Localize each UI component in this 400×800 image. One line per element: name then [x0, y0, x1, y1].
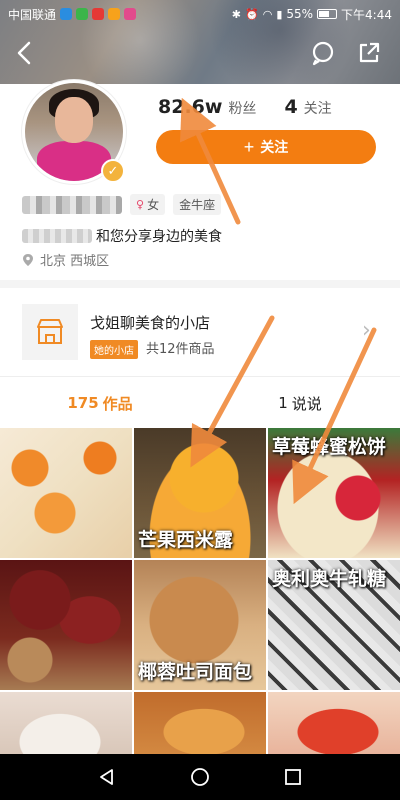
chevron-right-icon: › — [362, 318, 371, 343]
location-text: 北京 西城区 — [40, 254, 110, 269]
status-bar: 中国联通 ✱ ⏰ ◠ ▮ 55% 下午4:44 — [0, 0, 400, 28]
section-divider — [0, 280, 400, 288]
bio-row: 和您分享身边的美食 — [22, 226, 222, 246]
fans-label[interactable]: 粉丝 — [228, 98, 256, 118]
location-pin-icon — [23, 253, 33, 266]
grid-item[interactable] — [0, 692, 132, 758]
follow-count[interactable]: 4 — [284, 96, 297, 118]
profile-tabs: 175 作品 1 说说 — [0, 378, 400, 428]
shop-name: 戈姐聊美食的小店 — [90, 314, 211, 332]
grid-item[interactable] — [134, 692, 266, 758]
plus-icon: + — [243, 136, 255, 157]
tab-posts-label: 说说 — [291, 394, 322, 413]
bio-blurred — [22, 229, 92, 243]
battery-icon — [317, 9, 338, 19]
nav-bar — [0, 28, 400, 80]
grid-item-title: 芒果西米露 — [138, 529, 234, 551]
grid-item[interactable]: 奥利奥牛轧糖 — [268, 560, 400, 690]
name-row: ♀ 女 金牛座 — [22, 194, 222, 215]
shop-card[interactable]: 戈姐聊美食的小店 她的小店 共12件商品 › — [0, 288, 400, 376]
grid-item[interactable] — [0, 428, 132, 558]
tab-posts[interactable]: 1 说说 — [200, 378, 400, 428]
tab-works-label: 作品 — [102, 394, 133, 413]
battery-percent: 55% — [286, 7, 314, 21]
shop-icon — [22, 304, 78, 360]
app-notification-icon — [60, 8, 73, 20]
app-notification-icon — [108, 8, 121, 20]
username-blurred — [22, 195, 122, 214]
fans-count[interactable]: 82.6w — [158, 96, 222, 118]
female-icon: ♀ — [136, 198, 145, 211]
grid-item[interactable] — [0, 560, 132, 690]
app-notification-icon — [92, 8, 105, 20]
gender-tag: ♀ 女 — [130, 194, 166, 215]
gender-label: 女 — [147, 198, 160, 212]
back-arrow-icon[interactable] — [10, 38, 40, 68]
verified-badge-icon: ✓ — [101, 159, 125, 183]
grid-item-title: 椰蓉吐司面包 — [138, 661, 253, 683]
nav-recents-square-icon[interactable] — [281, 765, 305, 789]
zodiac-label: 金牛座 — [179, 198, 216, 212]
screen: 中国联通 ✱ ⏰ ◠ ▮ 55% 下午4:44 ✓ 82.6w 粉丝 4 关注 … — [0, 0, 400, 800]
profile-stats: 82.6w 粉丝 4 关注 — [158, 96, 354, 118]
zodiac-tag: 金牛座 — [173, 194, 222, 215]
follow-button-label: 关注 — [260, 139, 289, 155]
bio-text: 和您分享身边的美食 — [96, 229, 222, 245]
grid-item[interactable]: 芒果西米露 — [134, 428, 266, 558]
nav-back-triangle-icon[interactable] — [95, 765, 119, 789]
avatar[interactable]: ✓ — [22, 80, 126, 184]
app-notification-icon — [76, 8, 89, 20]
app-notification-icon — [124, 8, 137, 20]
system-nav-bar — [0, 754, 400, 800]
tab-works[interactable]: 175 作品 — [0, 378, 200, 428]
carrier-label: 中国联通 — [8, 7, 57, 22]
profile-card: ✓ 82.6w 粉丝 4 关注 + 关注 ♀ 女 金牛座 和您分享身边的美食 北… — [0, 80, 400, 280]
grid-item[interactable]: 草莓蜂蜜松饼 — [268, 428, 400, 558]
shop-count: 共12件商品 — [146, 342, 215, 357]
grid-item-title: 草莓蜂蜜松饼 — [272, 436, 387, 458]
follow-button[interactable]: + 关注 — [156, 130, 376, 164]
follow-count-label[interactable]: 关注 — [304, 98, 332, 118]
share-icon[interactable] — [354, 38, 384, 68]
status-right: ✱ ⏰ ◠ ▮ 55% 下午4:44 — [232, 6, 392, 23]
tab-works-count: 175 — [67, 394, 99, 412]
grid-item[interactable] — [268, 692, 400, 758]
divider-line — [0, 376, 400, 377]
works-grid: 芒果西米露 草莓蜂蜜松饼 椰蓉吐司面包 奥利奥牛轧糖 — [0, 428, 400, 758]
wifi-icon: ◠ — [262, 7, 273, 21]
nav-home-circle-icon[interactable] — [188, 765, 212, 789]
chat-bubble-icon[interactable] — [308, 38, 338, 68]
tab-posts-count: 1 — [278, 394, 288, 412]
clock: 下午4:44 — [341, 7, 392, 22]
signal-icon: ▮ — [276, 7, 283, 21]
location-row: 北京 西城区 — [22, 250, 109, 269]
status-left: 中国联通 — [8, 6, 137, 23]
bluetooth-icon: ✱ — [231, 7, 241, 21]
grid-item[interactable]: 椰蓉吐司面包 — [134, 560, 266, 690]
alarm-icon: ⏰ — [245, 7, 259, 21]
avatar-shirt — [37, 141, 111, 181]
shop-badge: 她的小店 — [90, 340, 138, 359]
avatar-face — [55, 97, 93, 143]
grid-item-title: 奥利奥牛轧糖 — [272, 568, 387, 590]
